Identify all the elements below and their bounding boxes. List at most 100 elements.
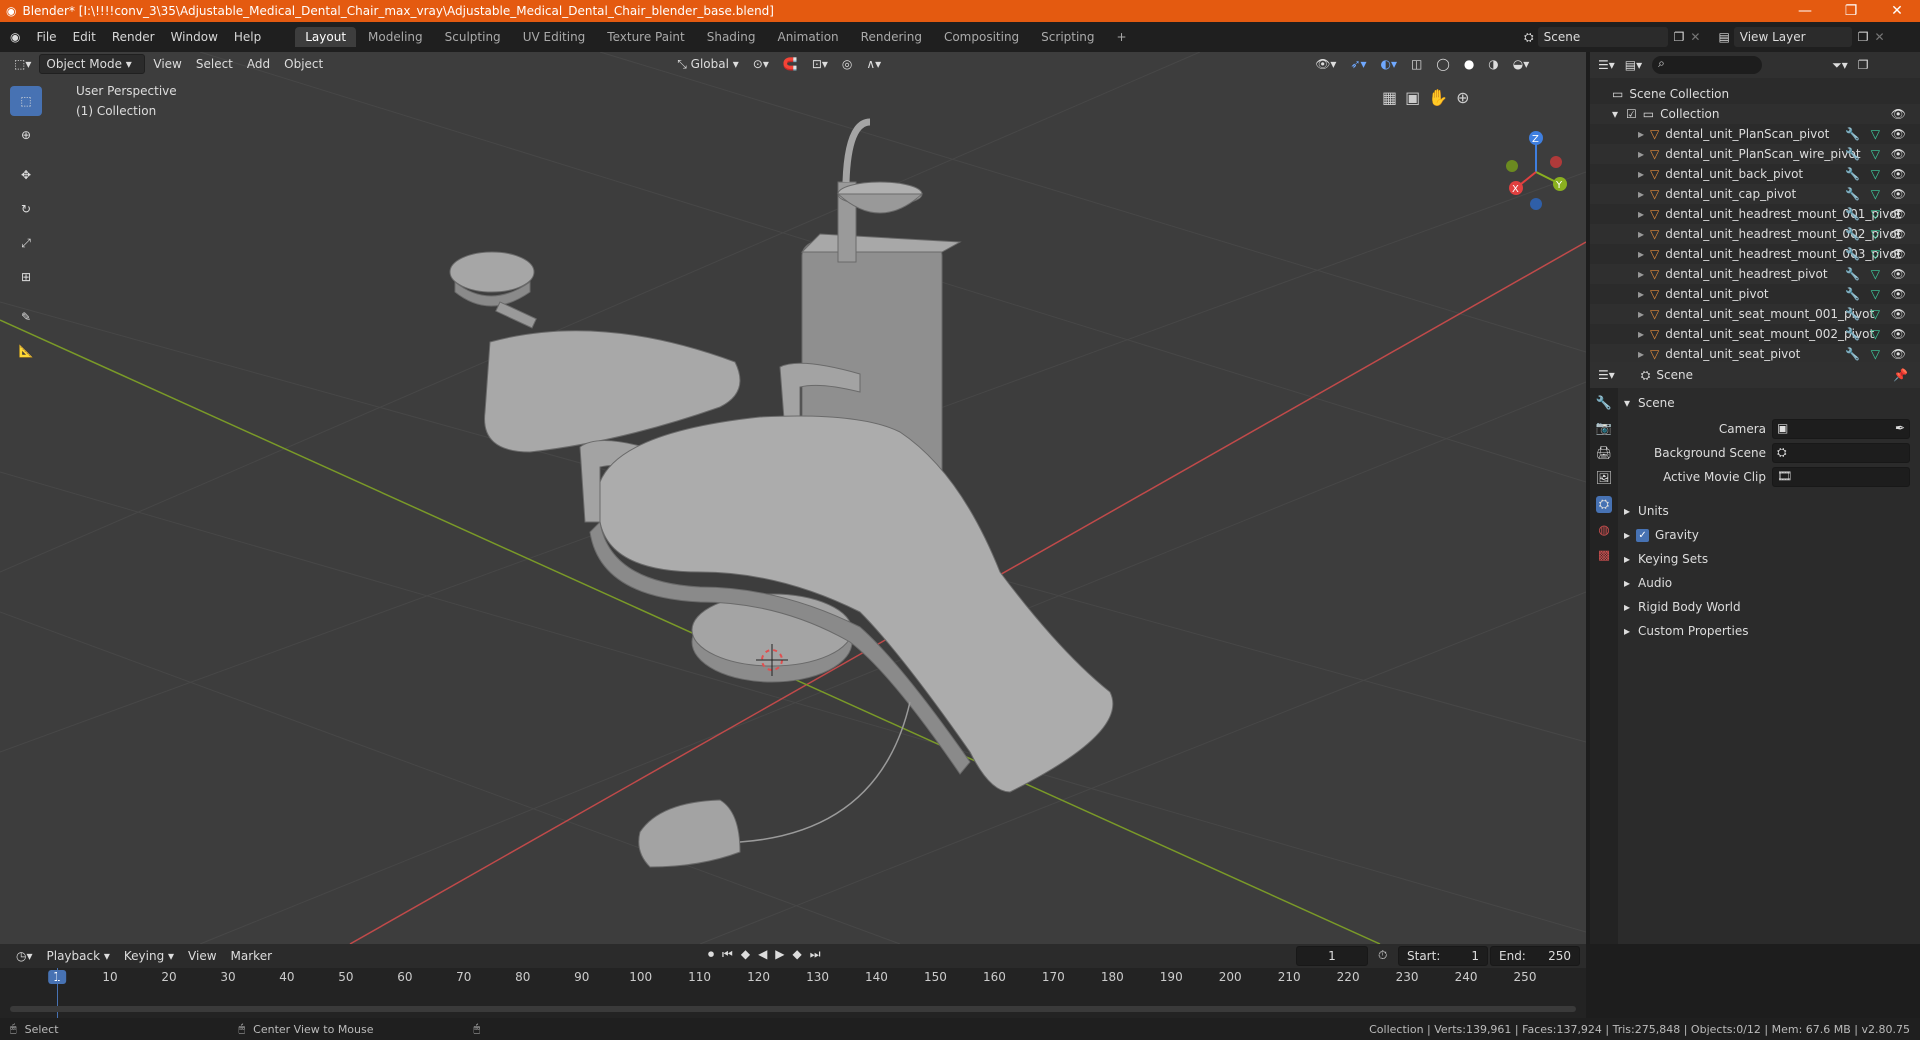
close-button[interactable]: ✕ [1874,0,1920,22]
menu-add[interactable]: Add [241,54,276,74]
display-mode-icon[interactable]: ▤▾ [1625,58,1642,72]
measure-tool[interactable]: 📐 [10,336,42,366]
grid-view-icon[interactable]: ▦ [1382,88,1397,107]
editor-type-icon[interactable]: ⬚▾ [8,54,37,74]
tab-sculpting[interactable]: Sculpting [435,27,511,47]
scene-tab-icon[interactable]: ⛭ [1595,496,1613,513]
menu-playback[interactable]: Playback ▾ [41,946,116,966]
solid-shading-icon[interactable]: ● [1458,54,1480,74]
expand-arrow-icon[interactable]: ▸ [1638,327,1644,341]
expand-arrow-icon[interactable]: ▸ [1638,147,1644,161]
current-frame-field[interactable]: 1 [1296,946,1368,966]
annotate-tool[interactable]: ✎ [10,302,42,332]
camera-field[interactable]: ▣ ✒ [1772,419,1910,439]
eye-icon[interactable]: 👁 [1891,167,1906,181]
expand-arrow-icon[interactable]: ▸ [1638,267,1644,281]
add-workspace-button[interactable]: + [1107,27,1137,47]
transform-orientation[interactable]: ⤡ Global ▾ [671,54,745,74]
eye-icon[interactable]: 👁 [1891,307,1906,321]
wireframe-shading-icon[interactable]: ◯ [1430,54,1455,74]
menu-select[interactable]: Select [190,54,239,74]
expand-arrow-icon[interactable]: ▸ [1638,227,1644,241]
outliner-item[interactable]: ▸ ▽ dental_unit_seat_pivot 🔧 ▽ 👁 [1590,344,1920,364]
eye-icon[interactable]: 👁 [1891,267,1906,281]
scene-collection-row[interactable]: ▭ Scene Collection [1590,84,1920,104]
pivot-point-icon[interactable]: ⊙▾ [747,54,775,74]
texture-tab-icon[interactable]: ▩ [1598,548,1610,563]
outliner-search-input[interactable]: ⌕ [1652,56,1763,74]
visibility-icon[interactable]: 👁▾ [1309,54,1342,74]
background-scene-field[interactable]: ⛭ [1772,443,1910,463]
eye-icon[interactable]: 👁 [1891,187,1906,201]
tab-scripting[interactable]: Scripting [1031,27,1104,47]
scene-panel-header[interactable]: ▾ Scene [1624,392,1675,414]
falloff-icon[interactable]: ∧▾ [860,54,887,74]
end-frame-field[interactable]: End: 250 [1490,946,1580,966]
outliner-item[interactable]: ▸ ▽ dental_unit_PlanScan_pivot 🔧 ▽ 👁 [1590,124,1920,144]
proportional-edit-icon[interactable]: ◎ [836,54,858,74]
timeline-scrub-area[interactable]: 1102030405060708090100110120130140150160… [0,968,1586,1018]
jump-end-button[interactable]: ⏭ [810,947,821,962]
eye-icon[interactable]: 👁 [1891,327,1906,341]
remove-view-layer-icon[interactable]: ✕ [1875,30,1885,44]
expand-arrow-icon[interactable]: ▸ [1638,187,1644,201]
checkbox-checked-icon[interactable]: ☑ [1626,107,1637,121]
eye-icon[interactable]: 👁 [1891,207,1906,221]
expand-arrow-icon[interactable]: ▾ [1612,107,1618,121]
units-section[interactable]: ▸ Units [1624,500,1669,522]
blender-menu-icon[interactable]: ◉ [0,30,28,44]
tab-animation[interactable]: Animation [767,27,848,47]
custom-properties-section[interactable]: ▸ Custom Properties [1624,620,1748,642]
viewport-3d[interactable]: Z Y X User Perspective (1) Collection ▦ … [0,52,1586,944]
scale-tool[interactable]: ⤢ [10,228,42,258]
eye-icon[interactable]: 👁 [1891,107,1906,121]
pan-hand-icon[interactable]: ✋ [1428,88,1448,107]
scene-selector[interactable]: Scene [1537,27,1668,47]
new-view-layer-icon[interactable]: ❐ [1858,30,1869,44]
expand-arrow-icon[interactable]: ▸ [1638,287,1644,301]
remove-scene-icon[interactable]: ✕ [1690,30,1700,44]
select-box-tool[interactable]: ⬚ [10,86,42,116]
rigid-body-world-section[interactable]: ▸ Rigid Body World [1624,596,1741,618]
tab-modeling[interactable]: Modeling [358,27,433,47]
expand-arrow-icon[interactable]: ▸ [1638,167,1644,181]
collection-row[interactable]: ▾ ☑ ▭ Collection 👁 [1590,104,1920,124]
outliner-item[interactable]: ▸ ▽ dental_unit_headrest_pivot 🔧 ▽ 👁 [1590,264,1920,284]
outliner-editor-icon[interactable]: ☰▾ [1598,58,1615,72]
menu-file[interactable]: File [28,30,64,44]
tab-rendering[interactable]: Rendering [851,27,932,47]
xray-toggle-icon[interactable]: ◫ [1405,54,1428,74]
jump-start-button[interactable]: ⏮ [722,947,733,962]
timeline-editor-icon[interactable]: ◷▾ [10,946,39,966]
pin-icon[interactable]: 📌 [1893,368,1908,382]
camera-view-icon[interactable]: ▣ [1405,88,1420,107]
tab-texture-paint[interactable]: Texture Paint [597,27,694,47]
tool-tab-icon[interactable]: 🔧 [1596,396,1612,411]
zoom-icon[interactable]: ⊕ [1456,88,1469,107]
maximize-button[interactable]: ❐ [1828,0,1874,22]
view-layer-icon[interactable]: ▤ [1718,30,1729,44]
tab-shading[interactable]: Shading [697,27,766,47]
next-keyframe-button[interactable]: ◆ [793,947,802,962]
scene-icon[interactable]: ⛭ [1524,30,1534,45]
expand-arrow-icon[interactable]: ▸ [1638,207,1644,221]
minimize-button[interactable]: — [1782,0,1828,22]
menu-view[interactable]: View [147,54,187,74]
mode-selector[interactable]: Object Mode ▾ [39,54,146,74]
eye-icon[interactable]: 👁 [1891,147,1906,161]
output-tab-icon[interactable]: 🖨 [1596,446,1613,461]
outliner-item[interactable]: ▸ ▽ dental_unit_PlanScan_wire_pivot 🔧 ▽ 👁 [1590,144,1920,164]
expand-arrow-icon[interactable]: ▸ [1638,247,1644,261]
tab-layout[interactable]: Layout [295,27,357,47]
gravity-checkbox[interactable]: ✓ [1636,528,1650,542]
eye-icon[interactable]: 👁 [1891,227,1906,241]
outliner-item[interactable]: ▸ ▽ dental_unit_cap_pivot 🔧 ▽ 👁 [1590,184,1920,204]
overlay-toggle-icon[interactable]: ◐▾ [1375,54,1404,74]
outliner-item[interactable]: ▸ ▽ dental_unit_headrest_mount_001_pivot 🔧 ▽… [1590,204,1920,224]
menu-window[interactable]: Window [163,30,226,44]
menu-keying[interactable]: Keying ▾ [118,946,180,966]
outliner-item[interactable]: ▸ ▽ dental_unit_headrest_mount_002_pivot 🔧 ▽… [1590,224,1920,244]
transform-tool[interactable]: ⊞ [10,262,42,292]
outliner-item[interactable]: ▸ ▽ dental_unit_pivot 🔧 ▽ 👁 [1590,284,1920,304]
tab-compositing[interactable]: Compositing [934,27,1029,47]
